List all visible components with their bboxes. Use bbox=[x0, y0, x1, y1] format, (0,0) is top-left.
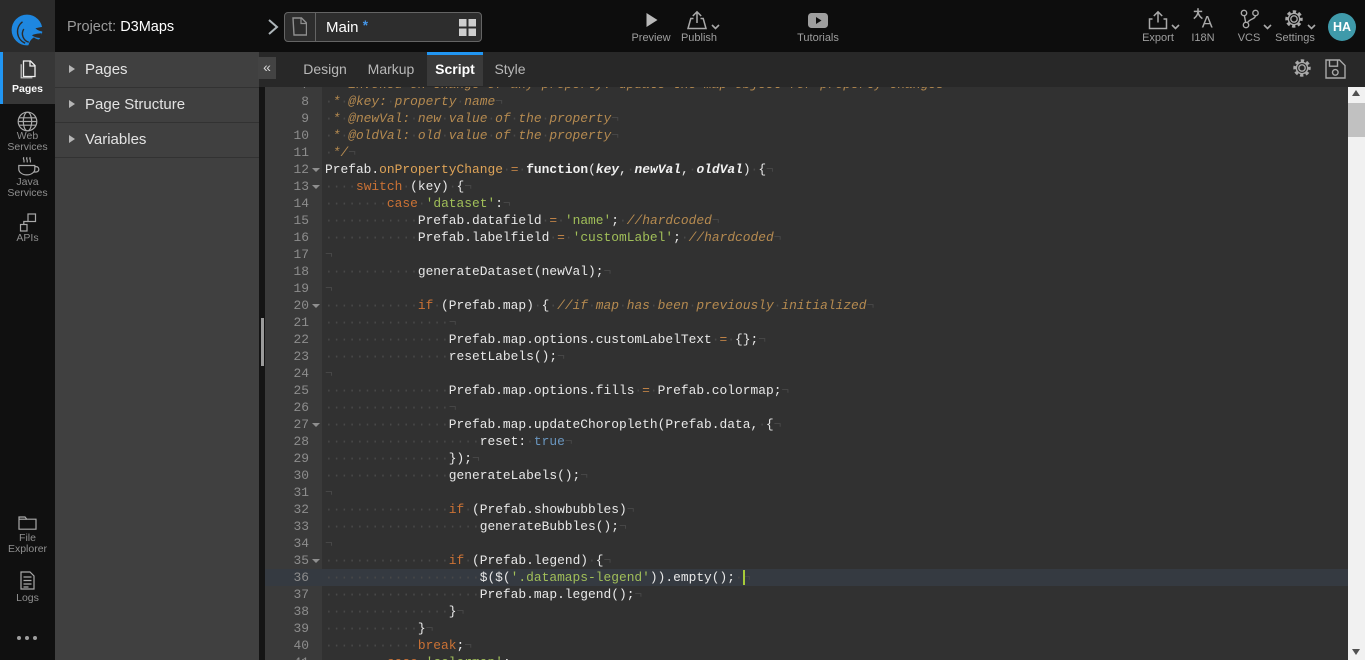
svg-text:A: A bbox=[1202, 14, 1213, 30]
